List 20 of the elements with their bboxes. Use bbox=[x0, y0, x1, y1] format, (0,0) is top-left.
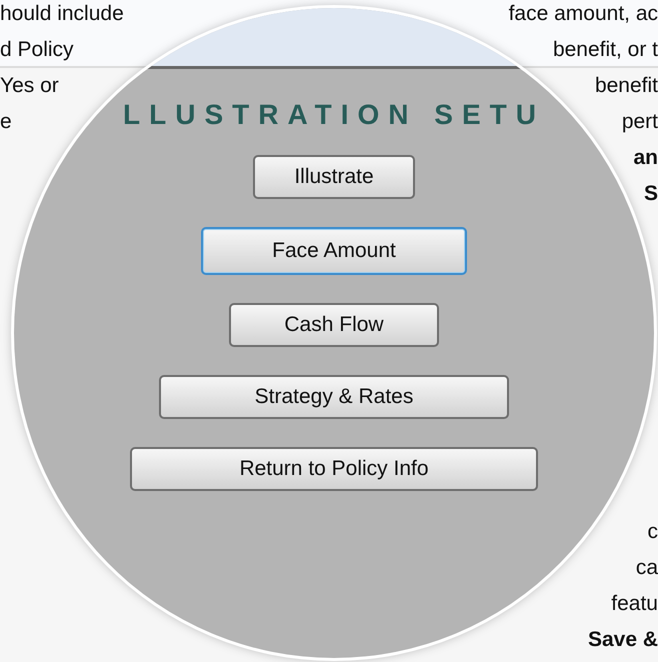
menu-button[interactable]: Return to Policy Info bbox=[130, 447, 538, 491]
menu-button[interactable]: Cash Flow bbox=[229, 303, 439, 347]
body-text: an bbox=[633, 145, 658, 171]
body-text: hould include bbox=[0, 1, 124, 27]
body-text: benefit, or t bbox=[552, 37, 658, 63]
body-text: face amount, ac bbox=[508, 1, 658, 27]
body-text: featu bbox=[611, 591, 658, 617]
body-text: c bbox=[648, 519, 658, 545]
body-text: ca bbox=[636, 555, 658, 581]
menu-button[interactable]: Strategy & Rates bbox=[159, 375, 509, 419]
section-title: LLUSTRATION SETU bbox=[123, 99, 545, 131]
body-text: Save & bbox=[588, 627, 658, 653]
body-text: benefit bbox=[594, 73, 658, 99]
body-text: d Policy bbox=[0, 37, 75, 63]
menu-button[interactable]: Illustrate bbox=[253, 155, 415, 199]
body-text: S bbox=[644, 181, 658, 207]
body-text: e bbox=[0, 109, 13, 135]
body-text: Yes or bbox=[0, 73, 60, 99]
body-text: pert bbox=[622, 109, 658, 135]
menu-button[interactable]: Face Amount bbox=[201, 227, 467, 275]
